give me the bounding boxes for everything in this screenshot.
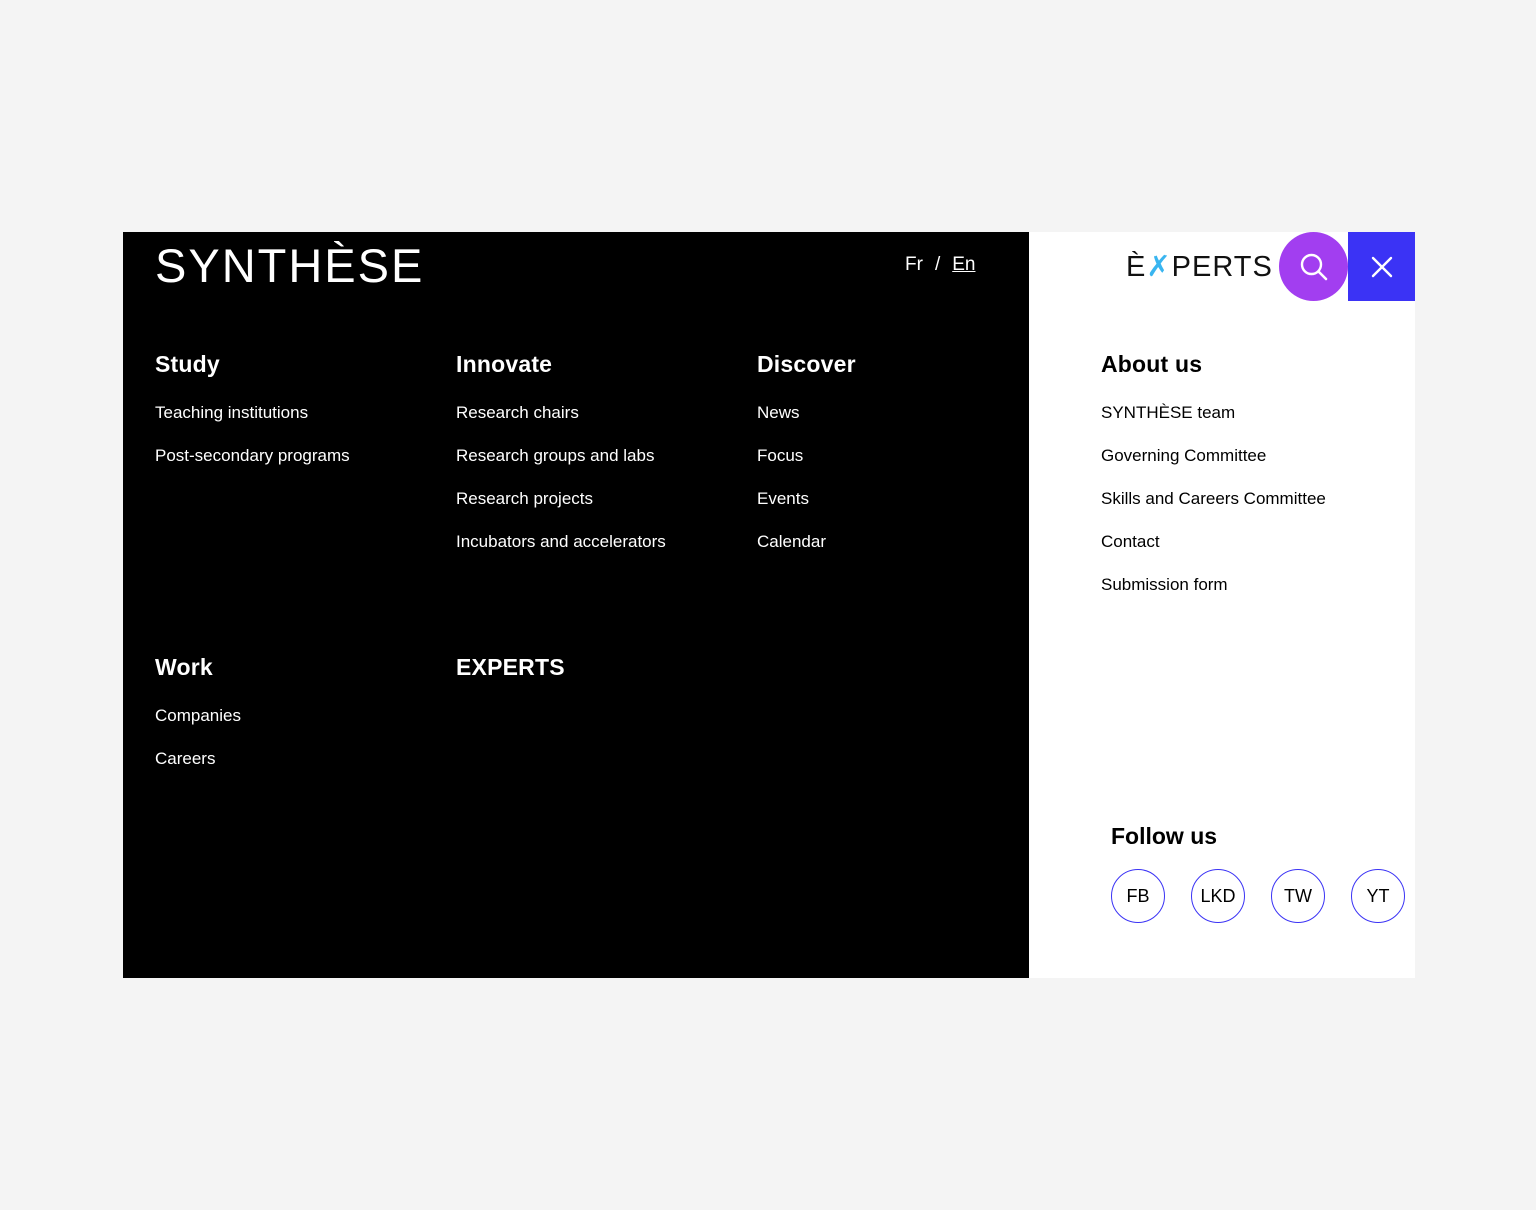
menu-link-careers[interactable]: Careers [155, 749, 241, 769]
menu-link-teaching-institutions[interactable]: Teaching institutions [155, 403, 350, 423]
menu-heading-study[interactable]: Study [155, 350, 350, 378]
menu-column-work: Work Companies Careers [155, 653, 241, 792]
menu-link-skills-careers-committee[interactable]: Skills and Careers Committee [1101, 489, 1326, 509]
menu-link-research-chairs[interactable]: Research chairs [456, 403, 666, 423]
menu-heading-work[interactable]: Work [155, 653, 241, 681]
follow-us-heading: Follow us [1111, 823, 1218, 849]
menu-column-about: About us SYNTHÈSE team Governing Committ… [1101, 350, 1326, 618]
menu-link-contact[interactable]: Contact [1101, 532, 1326, 552]
menu-link-research-groups[interactable]: Research groups and labs [456, 446, 666, 466]
menu-link-calendar[interactable]: Calendar [757, 532, 856, 552]
menu-link-companies[interactable]: Companies [155, 706, 241, 726]
menu-link-submission-form[interactable]: Submission form [1101, 575, 1326, 595]
social-facebook-button[interactable]: FB [1111, 869, 1165, 923]
social-linkedin-button[interactable]: LKD [1191, 869, 1245, 923]
experts-logo[interactable]: È✗PERTS [1126, 248, 1273, 286]
menu-heading-discover[interactable]: Discover [757, 350, 856, 378]
menu-link-events[interactable]: Events [757, 489, 856, 509]
experts-logo-pre: È [1126, 251, 1147, 283]
menu-heading-about[interactable]: About us [1101, 350, 1326, 378]
menu-link-governing-committee[interactable]: Governing Committee [1101, 446, 1326, 466]
lang-en[interactable]: En [952, 254, 975, 276]
menu-column-discover: Discover News Focus Events Calendar [757, 350, 856, 575]
social-youtube-button[interactable]: YT [1351, 869, 1405, 923]
menu-link-incubators[interactable]: Incubators and accelerators [456, 532, 666, 552]
lang-separator: / [934, 254, 941, 275]
social-twitter-button[interactable]: TW [1271, 869, 1325, 923]
secondary-menu-panel: È✗PERTS About us SYNTHÈSE team Governing… [1029, 232, 1415, 978]
search-icon [1300, 253, 1327, 280]
main-menu-panel: SYNTHÈSE Fr / En Study Teaching institut… [123, 232, 1029, 978]
search-button[interactable] [1279, 232, 1348, 301]
close-icon [1371, 256, 1392, 277]
menu-link-focus[interactable]: Focus [757, 446, 856, 466]
social-links: FB LKD TW YT [1111, 869, 1405, 923]
menu-heading-innovate[interactable]: Innovate [456, 350, 666, 378]
menu-link-post-secondary-programs[interactable]: Post-secondary programs [155, 446, 350, 466]
menu-link-news[interactable]: News [757, 403, 856, 423]
menu-link-research-projects[interactable]: Research projects [456, 489, 666, 509]
menu-heading-experts[interactable]: EXPERTS [456, 653, 565, 681]
lang-fr[interactable]: Fr [905, 254, 923, 276]
menu-column-innovate: Innovate Research chairs Research groups… [456, 350, 666, 575]
menu-link-synthese-team[interactable]: SYNTHÈSE team [1101, 403, 1326, 423]
menu-overlay: SYNTHÈSE Fr / En Study Teaching institut… [123, 232, 1415, 978]
experts-logo-accent: ✗ [1146, 251, 1172, 283]
language-switcher: Fr / En [905, 254, 975, 276]
menu-column-study: Study Teaching institutions Post-seconda… [155, 350, 350, 489]
experts-logo-post: PERTS [1171, 251, 1273, 283]
synthese-logo[interactable]: SYNTHÈSE [155, 238, 424, 294]
menu-column-experts: EXPERTS [456, 653, 565, 681]
close-button[interactable] [1348, 232, 1415, 301]
